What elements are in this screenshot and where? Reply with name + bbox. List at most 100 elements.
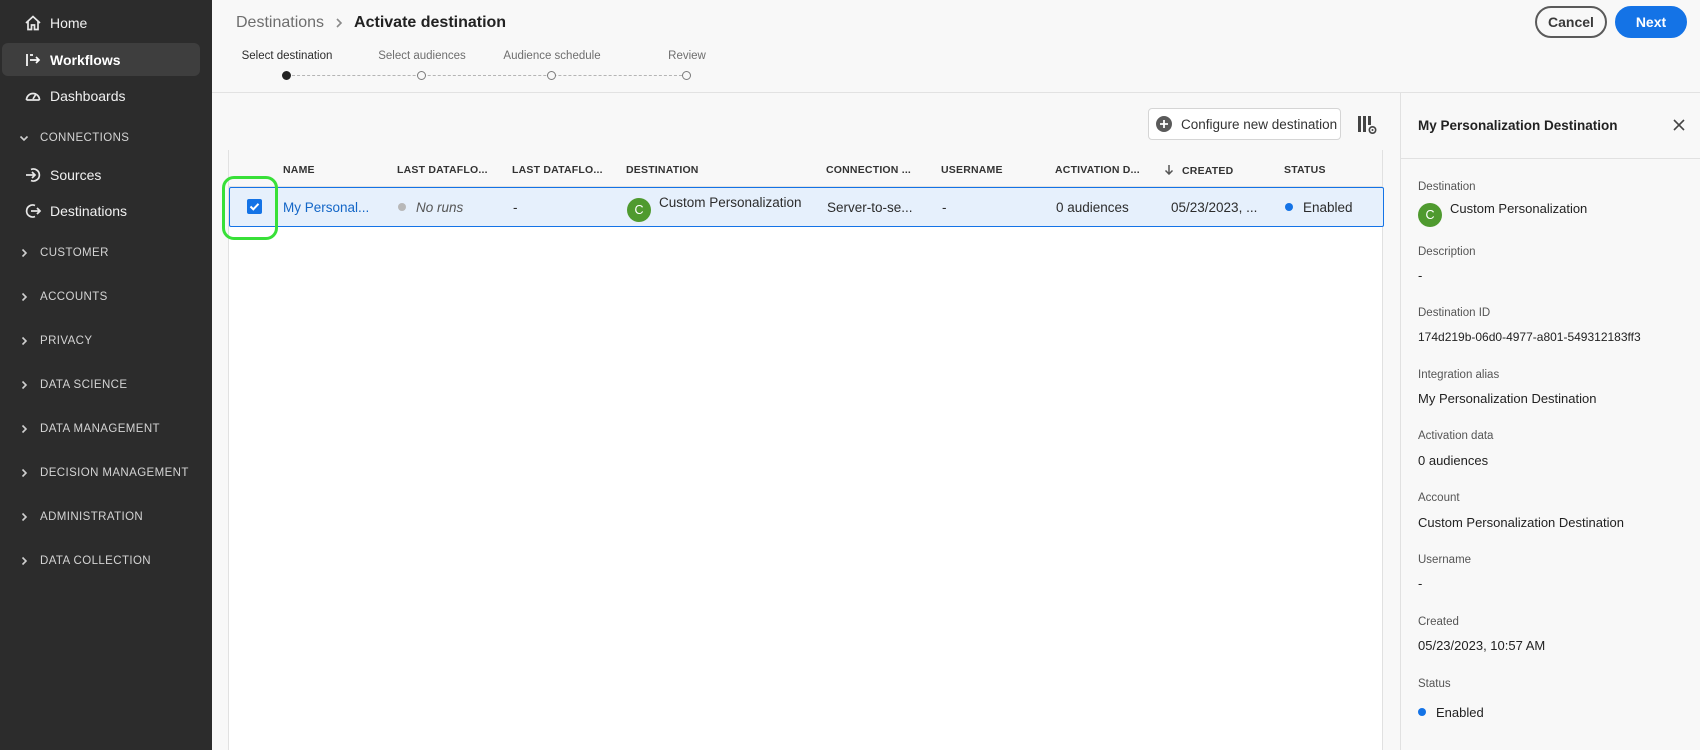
table-row[interactable]: My Personal... No runs - C Custom Persona… [229, 187, 1384, 227]
step-label: Review [668, 50, 706, 62]
workflows-icon [24, 51, 42, 69]
sidebar-item-label: Home [50, 14, 88, 31]
status-dot [398, 203, 406, 211]
row-select-checkbox[interactable] [247, 199, 262, 214]
cell-text: No runs [416, 200, 464, 215]
sidebar-item-workflows[interactable]: Workflows [2, 43, 200, 76]
chevron-right-icon [18, 511, 30, 523]
created-label: Created [1418, 616, 1459, 628]
step-label: Select audiences [378, 50, 466, 62]
sidebar-section-data-collection[interactable]: DATA COLLECTION [0, 546, 210, 576]
details-panel: My Personalization Destination Destinati… [1400, 93, 1700, 750]
column-header-connection-type[interactable]: CONNECTION ... [826, 164, 911, 176]
section-label: CONNECTIONS [40, 132, 130, 144]
chevron-right-icon [332, 16, 346, 30]
last-dataflow-run-status: No runs [398, 200, 463, 215]
column-header-created[interactable]: CREATED [1164, 164, 1233, 177]
sidebar-section-data-management[interactable]: DATA MANAGEMENT [0, 414, 210, 444]
destination-cell: C Custom Personalization [627, 195, 802, 222]
page-title: Activate destination [354, 14, 507, 31]
username-value: - [1418, 576, 1423, 591]
username-label: Username [1418, 554, 1472, 566]
chevron-right-icon [18, 423, 30, 435]
workflow-stepper: Select destination Select audiences Audi… [242, 50, 706, 82]
column-header-last-dataflow-status[interactable]: LAST DATAFLO... [397, 164, 488, 176]
sidebar: Home Workflows Dashboards CONNECTIONS So… [0, 0, 212, 750]
column-header-activation-data[interactable]: ACTIVATION D... [1055, 164, 1140, 176]
column-header-destination[interactable]: DESTINATION [626, 164, 699, 176]
section-label: PRIVACY [40, 335, 93, 347]
close-icon[interactable] [1672, 118, 1686, 132]
add-circle-icon [1155, 115, 1173, 133]
chevron-right-icon [18, 247, 30, 259]
sidebar-section-decision-management[interactable]: DECISION MANAGEMENT [0, 458, 210, 488]
status-badge: Enabled [1303, 200, 1353, 215]
section-label: DECISION MANAGEMENT [40, 467, 189, 479]
step-select-destination: Select destination [227, 50, 347, 80]
activation-data-label: Activation data [1418, 430, 1494, 442]
value-text: Custom Personalization [1450, 201, 1588, 216]
integration-alias-value: My Personalization Destination [1418, 391, 1597, 406]
status-dot [1285, 203, 1293, 211]
step-label: Select destination [241, 50, 333, 62]
status-cell: Enabled [1285, 200, 1353, 215]
status-label: Status [1418, 678, 1451, 690]
cancel-button[interactable]: Cancel [1535, 6, 1607, 38]
activation-data-value: 0 audiences [1418, 453, 1489, 468]
destinations-icon [24, 202, 42, 220]
step-dot [417, 71, 426, 80]
destination-avatar: C [627, 198, 651, 222]
activation-data: 0 audiences [1056, 200, 1129, 215]
connection-type: Server-to-se... [827, 200, 913, 215]
sidebar-section-customer[interactable]: CUSTOMER [0, 238, 210, 268]
sidebar-section-connections[interactable]: CONNECTIONS [0, 123, 210, 153]
chevron-right-icon [18, 335, 30, 347]
sidebar-item-sources[interactable]: Sources [2, 158, 200, 191]
section-label: ACCOUNTS [40, 291, 108, 303]
sidebar-item-home[interactable]: Home [2, 6, 200, 39]
sort-descending-icon [1164, 164, 1174, 176]
sidebar-section-accounts[interactable]: ACCOUNTS [0, 282, 210, 312]
sidebar-section-privacy[interactable]: PRIVACY [0, 326, 210, 356]
column-settings-icon[interactable] [1356, 114, 1378, 136]
details-title: My Personalization Destination [1418, 118, 1618, 133]
step-dot [682, 71, 691, 80]
status-value: Enabled [1418, 705, 1484, 720]
sidebar-section-administration[interactable]: ADMINISTRATION [0, 502, 210, 532]
destination-label: Destination [1418, 181, 1476, 193]
table-header: NAME LAST DATAFLO... LAST DATAFLO... DES… [229, 150, 1382, 187]
column-header-status[interactable]: STATUS [1284, 164, 1326, 176]
destination-name-link[interactable]: My Personal... [283, 200, 369, 215]
sidebar-item-dashboards[interactable]: Dashboards [2, 79, 200, 112]
destinations-table: NAME LAST DATAFLO... LAST DATAFLO... DES… [228, 150, 1384, 750]
next-button[interactable]: Next [1615, 6, 1687, 38]
configure-new-destination-button[interactable]: Configure new destination [1148, 108, 1341, 140]
cell-text: Custom Personalization [659, 195, 802, 210]
column-header-name[interactable]: NAME [283, 164, 315, 176]
column-header-username[interactable]: USERNAME [941, 164, 1003, 176]
column-header-last-dataflow-date[interactable]: LAST DATAFLO... [512, 164, 603, 176]
chevron-right-icon [18, 467, 30, 479]
home-icon [24, 14, 42, 32]
last-dataflow-run-date: - [513, 200, 518, 215]
description-label: Description [1418, 246, 1476, 258]
breadcrumb-root[interactable]: Destinations [236, 14, 324, 32]
account-label: Account [1418, 492, 1460, 504]
integration-alias-label: Integration alias [1418, 369, 1500, 381]
step-review: Review [627, 50, 747, 80]
destination-value: C Custom Personalization [1418, 201, 1587, 227]
step-select-audiences: Select audiences [362, 50, 482, 80]
sources-icon [24, 166, 42, 184]
section-label: DATA COLLECTION [40, 555, 152, 567]
destination-id-value: 174d219b-06d0-4977-a801-549312183ff3 [1418, 330, 1641, 344]
step-audience-schedule: Audience schedule [492, 50, 612, 80]
step-dot [282, 71, 291, 80]
sidebar-section-data-science[interactable]: DATA SCIENCE [0, 370, 210, 400]
section-label: CUSTOMER [40, 247, 109, 259]
sidebar-item-destinations[interactable]: Destinations [2, 194, 200, 227]
column-header-label: CREATED [1182, 165, 1234, 177]
status-badge: Enabled [1436, 705, 1484, 720]
chevron-right-icon [18, 291, 30, 303]
chevron-down-icon [18, 132, 30, 144]
chevron-right-icon [18, 379, 30, 391]
